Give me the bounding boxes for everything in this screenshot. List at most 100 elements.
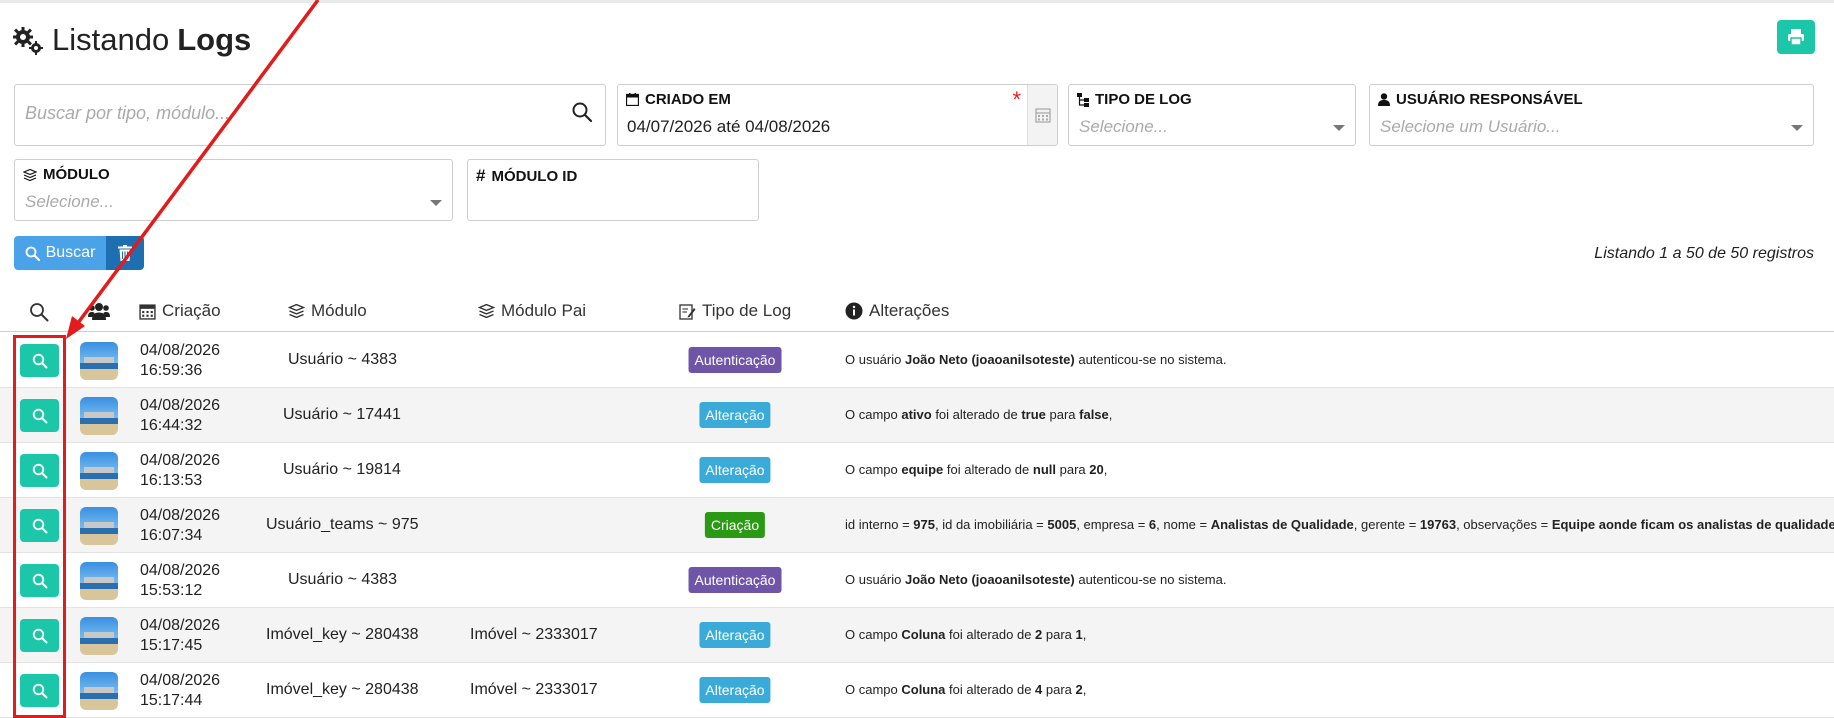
gears-icon — [12, 24, 44, 56]
creation-date: 04/08/2026 — [140, 672, 221, 689]
alteracao-value: 2 — [1075, 682, 1083, 697]
avatar — [80, 672, 118, 710]
date-range-input[interactable]: 04/07/2026 até 04/08/2026 — [627, 117, 830, 137]
search-icon[interactable] — [571, 101, 593, 128]
alteracao-text: , observações = — [1456, 517, 1552, 532]
column-modulo-pai-label: Módulo Pai — [501, 301, 587, 320]
print-button[interactable] — [1777, 20, 1815, 54]
criado-em-label: CRIADO EM — [626, 91, 731, 108]
chevron-down-icon[interactable] — [1333, 125, 1345, 131]
alteracao-text: , — [1082, 627, 1087, 642]
criado-em-field[interactable]: CRIADO EM * 04/07/2026 até 04/08/2026 — [617, 84, 1058, 146]
title-bold: Logs — [177, 22, 252, 57]
search-field[interactable]: Buscar por tipo, módulo... — [14, 84, 606, 146]
hash-icon: # — [476, 166, 486, 185]
modulo-pai-cell: Imóvel ~ 2333017 — [470, 626, 598, 643]
search-input[interactable]: Buscar por tipo, módulo... — [25, 103, 230, 124]
modulo-label-text: MÓDULO — [43, 166, 110, 183]
alteracao-text: para — [1056, 462, 1090, 477]
alteracao-value: João Neto (joaoanilsoteste) — [904, 352, 1075, 367]
calendar-icon — [139, 303, 156, 320]
alteracao-text: , nome = — [1156, 517, 1211, 532]
modulo-select[interactable]: MÓDULO Selecione... — [14, 159, 453, 221]
tipo-badge: Alteração — [699, 457, 771, 483]
layers-icon — [288, 304, 305, 318]
alteracao-value: false — [1079, 407, 1109, 422]
creation-datetime: 04/08/2026 16:07:34 — [140, 506, 220, 546]
alteracao-text: id interno = — [845, 517, 914, 532]
table-row: 04/08/2026 16:07:34 Usuário_teams ~ 975 … — [0, 498, 1834, 553]
alteracao-value: true — [1021, 407, 1046, 422]
column-alteracoes[interactable]: Alterações — [845, 301, 949, 321]
alteracoes-cell: O campo Coluna foi alterado de 4 para 2, — [845, 682, 1086, 697]
tipo-badge: Alteração — [699, 677, 771, 703]
column-criacao[interactable]: Criação — [139, 301, 221, 321]
tipo-log-select[interactable]: TIPO DE LOG Selecione... — [1068, 84, 1356, 146]
tipo-badge: Autenticação — [688, 347, 782, 373]
column-tipo[interactable]: Tipo de Log — [679, 301, 791, 321]
creation-time: 16:07:34 — [140, 527, 203, 544]
trash-icon — [118, 245, 132, 261]
alteracao-text: para — [1042, 682, 1076, 697]
alteracao-value: Analistas de Qualidade — [1210, 517, 1354, 532]
alteracao-text: , — [1103, 462, 1108, 477]
alteracoes-cell: O campo equipe foi alterado de null para… — [845, 462, 1107, 477]
table-row: 04/08/2026 15:53:12 Usuário ~ 4383 Auten… — [0, 553, 1834, 608]
alteracao-value: 20 — [1089, 462, 1104, 477]
chevron-down-icon[interactable] — [430, 200, 442, 206]
alteracao-text: O usuário — [845, 352, 905, 367]
column-modulo-pai[interactable]: Módulo Pai — [478, 301, 586, 321]
listing-count: Listando 1 a 50 de 50 registros — [1594, 245, 1814, 262]
creation-time: 15:17:44 — [140, 692, 203, 709]
chevron-down-icon[interactable] — [1791, 125, 1803, 131]
avatar — [80, 617, 118, 655]
avatar — [80, 452, 118, 490]
alteracao-text: O campo — [845, 682, 902, 697]
tipo-log-label-text: TIPO DE LOG — [1095, 91, 1192, 108]
annotation-highlight-box — [13, 335, 66, 718]
alteracao-value: 1 — [1075, 627, 1083, 642]
creation-date: 04/08/2026 — [140, 507, 221, 524]
alteracao-text: , empresa = — [1076, 517, 1149, 532]
modulo-id-label-text: MÓDULO ID — [491, 167, 578, 185]
top-border — [0, 0, 1834, 3]
creation-date: 04/08/2026 — [140, 342, 221, 359]
usuario-label-text: USUÁRIO RESPONSÁVEL — [1396, 91, 1583, 108]
table-row: 04/08/2026 15:17:45 Imóvel_key ~ 280438 … — [0, 608, 1834, 663]
alteracoes-cell: O usuário João Neto (joaoanilsoteste) au… — [845, 572, 1226, 587]
required-marker: * — [1012, 87, 1021, 112]
alteracao-text: O campo — [845, 407, 902, 422]
modulo-placeholder: Selecione... — [25, 192, 114, 211]
calendar-picker-button[interactable] — [1027, 85, 1057, 145]
creation-datetime: 04/08/2026 16:44:32 — [140, 396, 220, 436]
alteracao-value: null — [1032, 462, 1056, 477]
tipo-log-placeholder: Selecione... — [1079, 117, 1168, 136]
users-icon — [88, 302, 110, 320]
search-icon — [25, 246, 40, 261]
modulo-label: MÓDULO — [23, 166, 110, 183]
page-title: Listando Logs — [12, 22, 251, 58]
clear-filters-button[interactable] — [106, 236, 144, 270]
creation-datetime: 04/08/2026 16:13:53 — [140, 451, 220, 491]
creation-datetime: 04/08/2026 15:17:45 — [140, 616, 220, 656]
usuario-select[interactable]: USUÁRIO RESPONSÁVEL Selecione um Usuário… — [1369, 84, 1814, 146]
alteracao-text: , — [1108, 407, 1113, 422]
creation-time: 16:13:53 — [140, 472, 203, 489]
table-row: 04/08/2026 16:59:36 Usuário ~ 4383 Auten… — [0, 333, 1834, 388]
buscar-button[interactable]: Buscar — [14, 236, 106, 270]
alteracao-text: , gerente = — [1353, 517, 1420, 532]
alteracao-value: ativo — [901, 407, 932, 422]
avatar — [80, 507, 118, 545]
buscar-label: Buscar — [45, 244, 96, 261]
tipo-badge: Autenticação — [688, 567, 782, 593]
alteracao-text: autenticou-se no sistema. — [1074, 352, 1227, 367]
modulo-cell: Usuário ~ 4383 — [288, 571, 397, 588]
column-modulo[interactable]: Módulo — [288, 301, 367, 321]
creation-time: 16:44:32 — [140, 417, 203, 434]
modulo-id-field[interactable]: # MÓDULO ID — [467, 159, 759, 221]
avatar — [80, 342, 118, 380]
column-alteracoes-label: Alterações — [869, 301, 950, 320]
search-icon — [29, 302, 49, 322]
creation-time: 16:59:36 — [140, 362, 203, 379]
alteracoes-cell: O usuário João Neto (joaoanilsoteste) au… — [845, 352, 1226, 367]
